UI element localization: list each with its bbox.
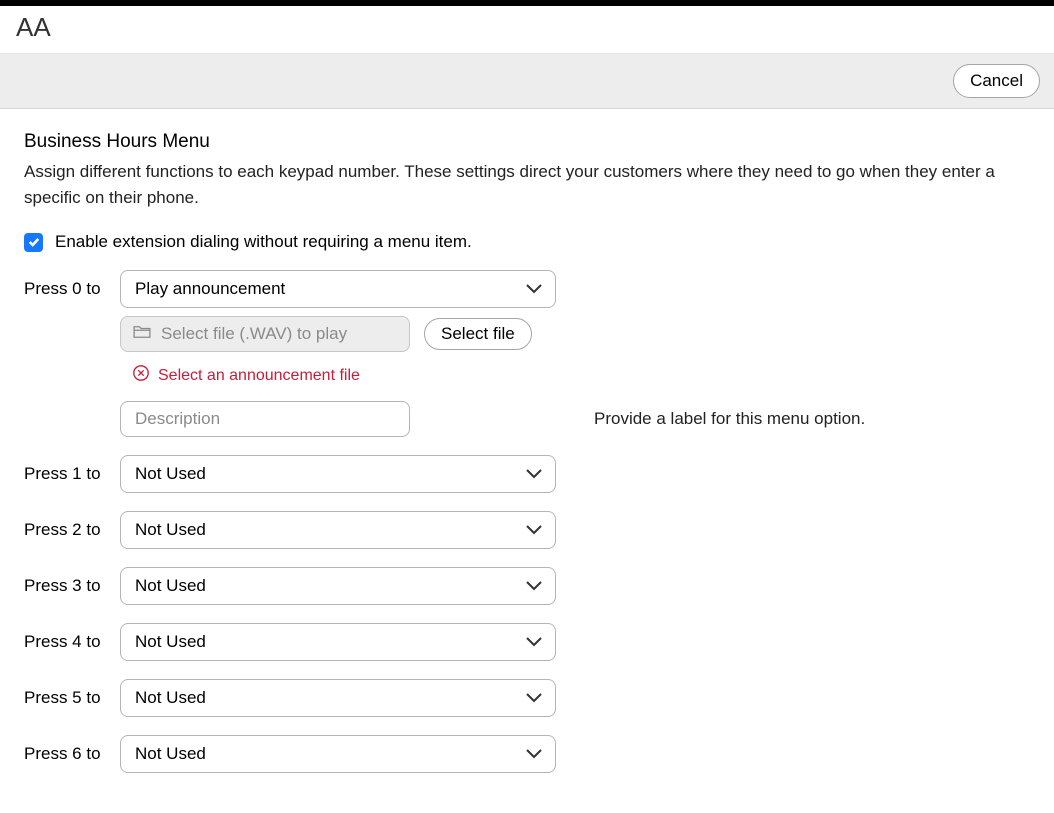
press-select-value-3: Not Used	[135, 576, 206, 596]
file-error-text: Select an announcement file	[158, 367, 360, 385]
press-select-2[interactable]: Not Used	[120, 511, 556, 549]
press-label-3: Press 3 to	[24, 576, 108, 596]
press-select-value-6: Not Used	[135, 744, 206, 764]
press-select-value-0: Play announcement	[135, 279, 285, 299]
press-label-1: Press 1 to	[24, 464, 108, 484]
keypad-row-5: Press 5 to Not Used	[24, 679, 1030, 717]
press-select-value-4: Not Used	[135, 632, 206, 652]
press-label-2: Press 2 to	[24, 520, 108, 540]
folder-icon	[133, 324, 151, 344]
header-bar: AA	[0, 6, 1054, 54]
section-title: Business Hours Menu	[24, 131, 1030, 153]
keypad-row-3: Press 3 to Not Used	[24, 567, 1030, 605]
select-file-button[interactable]: Select file	[424, 318, 532, 350]
press-select-wrap-5: Not Used	[120, 679, 556, 717]
press-0-extras: Select file (.WAV) to play Select file S…	[120, 316, 1030, 437]
content: Business Hours Menu Assign different fun…	[0, 109, 1054, 813]
press-label-0: Press 0 to	[24, 279, 108, 299]
press-select-wrap-2: Not Used	[120, 511, 556, 549]
error-icon	[132, 364, 150, 387]
file-placeholder: Select file (.WAV) to play	[161, 324, 347, 344]
press-select-0[interactable]: Play announcement	[120, 270, 556, 308]
cancel-button[interactable]: Cancel	[953, 64, 1040, 98]
section-description: Assign different functions to each keypa…	[24, 159, 1030, 210]
file-error-row: Select an announcement file	[120, 364, 1030, 387]
press-select-6[interactable]: Not Used	[120, 735, 556, 773]
keypad-row-0: Press 0 to Play announcement	[24, 270, 1030, 308]
press-select-1[interactable]: Not Used	[120, 455, 556, 493]
description-row: Provide a label for this menu option.	[120, 401, 1030, 437]
enable-extension-checkbox[interactable]	[24, 233, 43, 252]
press-label-4: Press 4 to	[24, 632, 108, 652]
keypad-row-2: Press 2 to Not Used	[24, 511, 1030, 549]
press-select-wrap-1: Not Used	[120, 455, 556, 493]
action-bar: Cancel	[0, 54, 1054, 109]
press-select-value-5: Not Used	[135, 688, 206, 708]
press-select-value-2: Not Used	[135, 520, 206, 540]
press-label-5: Press 5 to	[24, 688, 108, 708]
description-input[interactable]	[120, 401, 410, 437]
press-select-wrap-6: Not Used	[120, 735, 556, 773]
press-select-5[interactable]: Not Used	[120, 679, 556, 717]
keypad-row-6: Press 6 to Not Used	[24, 735, 1030, 773]
check-icon	[28, 236, 40, 248]
page-title: AA	[16, 12, 1038, 43]
description-hint: Provide a label for this menu option.	[594, 409, 865, 429]
press-select-3[interactable]: Not Used	[120, 567, 556, 605]
keypad-row-4: Press 4 to Not Used	[24, 623, 1030, 661]
enable-extension-label: Enable extension dialing without requiri…	[55, 232, 472, 252]
enable-extension-row: Enable extension dialing without requiri…	[24, 232, 1030, 252]
press-select-value-1: Not Used	[135, 464, 206, 484]
keypad-row-1: Press 1 to Not Used	[24, 455, 1030, 493]
press-select-wrap-3: Not Used	[120, 567, 556, 605]
press-label-6: Press 6 to	[24, 744, 108, 764]
file-display: Select file (.WAV) to play	[120, 316, 410, 352]
press-select-4[interactable]: Not Used	[120, 623, 556, 661]
press-select-wrap-0: Play announcement	[120, 270, 556, 308]
press-select-wrap-4: Not Used	[120, 623, 556, 661]
file-row: Select file (.WAV) to play Select file	[120, 316, 1030, 352]
